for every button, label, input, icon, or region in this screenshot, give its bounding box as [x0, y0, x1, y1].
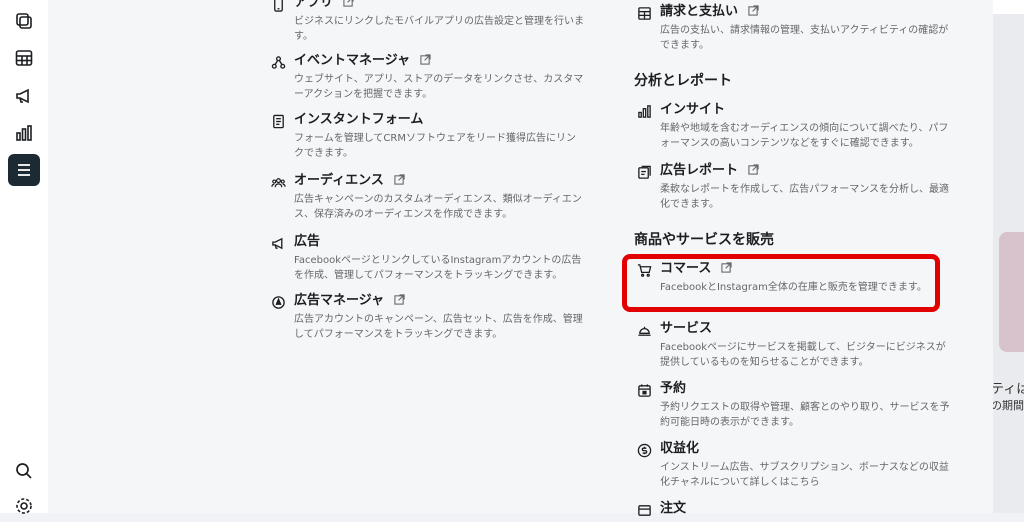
ads-manager-icon — [270, 294, 286, 310]
people-icon — [270, 174, 286, 190]
highlight-box — [622, 254, 940, 312]
tool-description: 予約リクエストの取得や管理、顧客とのやり取り、サービスを予約可能日時の表示ができ… — [660, 402, 950, 428]
form-icon — [270, 113, 286, 129]
tool-description: FacebookページとリンクしているInstagramアカウントの広告を作成、… — [294, 255, 582, 281]
tool-title: 収益化 — [660, 441, 700, 456]
external-link-icon — [748, 5, 759, 16]
background-text-fragment: ティはあ — [993, 382, 1024, 397]
tool-title: 広告レポート — [660, 162, 759, 180]
tool-title: サービス — [660, 321, 713, 336]
tool-description: 年齢や地域を含むオーディエンスの傾向について調べたり、パフォーマンスの高いコンテ… — [660, 123, 949, 149]
tool-title: インサイト — [660, 102, 726, 117]
tool-description: Facebookページにサービスを掲載して、ビジターにビジネスが提供しているもの… — [660, 342, 946, 368]
search-icon[interactable] — [8, 455, 40, 487]
tool-title: 請求と支払い — [660, 3, 759, 21]
megaphone-icon[interactable] — [8, 80, 40, 112]
section-heading-sell: 商品やサービスを販売 — [634, 232, 774, 248]
tool-description: 広告の支払い、請求情報の管理、支払いアクティビティの確認ができます。 — [660, 25, 949, 51]
external-link-icon — [748, 164, 759, 175]
section-heading-analytics: 分析とレポート — [634, 73, 732, 89]
tool-title: 予約 — [660, 381, 687, 396]
tool-title: インスタントフォーム — [294, 112, 424, 127]
tool-title: 注文 — [660, 501, 687, 516]
tool-description: ウェブサイト、アプリ、ストアのデータをリンクさせ、カスタマーアクションを把握でき… — [294, 74, 584, 100]
report-icon — [636, 164, 652, 180]
tool-title: オーディエンス — [294, 172, 405, 190]
mobile-icon — [270, 0, 286, 12]
menu-icon[interactable] — [8, 154, 40, 186]
tool-title: アプリ — [294, 0, 354, 12]
tool-description: ビジネスにリンクしたモバイルアプリの広告設定と管理を行います。 — [294, 16, 584, 42]
background-page-strip: ティはあ の期間 — [993, 0, 1024, 513]
background-text-fragment: の期間 — [993, 399, 1024, 412]
external-link-icon — [343, 0, 354, 7]
pages-icon[interactable] — [8, 5, 40, 37]
external-link-icon — [394, 294, 405, 305]
external-link-icon — [394, 174, 405, 185]
tool-description: フォームを管理してCRMソフトウェアをリード獲得広告にリンクできます。 — [294, 133, 576, 159]
tool-description: インストリーム広告、サブスクリプション、ボーナスなどの収益化チャネルについて詳し… — [660, 462, 949, 488]
tool-title: イベントマネージャ — [294, 52, 431, 70]
tool-description: 広告アカウントのキャンペーン、広告セット、広告を作成、管理してパフォーマンスをト… — [294, 314, 583, 340]
background-illustration — [999, 232, 1024, 352]
nodes-icon — [270, 54, 286, 70]
megaphone-icon — [270, 235, 286, 251]
tool-title: 広告マネージャ — [294, 292, 405, 310]
orders-icon — [636, 502, 652, 518]
tool-description: 柔軟なレポートを作成して、広告パフォーマンスを分析し、最適化できます。 — [660, 184, 949, 210]
settings-icon[interactable] — [8, 490, 40, 522]
table-icon[interactable] — [8, 42, 40, 74]
bell-icon — [636, 322, 652, 338]
chart-icon[interactable] — [8, 117, 40, 149]
left-nav-rail — [0, 0, 49, 514]
calendar-icon — [636, 382, 652, 398]
tool-description: 広告キャンペーンのカスタムオーディエンス、類似オーディエンス、保存済みのオーディ… — [294, 194, 582, 220]
bar-chart-icon — [636, 103, 652, 119]
dollar-icon — [636, 442, 652, 458]
tool-title: 広告 — [294, 234, 321, 249]
billing-icon — [636, 5, 652, 21]
external-link-icon — [420, 54, 431, 65]
